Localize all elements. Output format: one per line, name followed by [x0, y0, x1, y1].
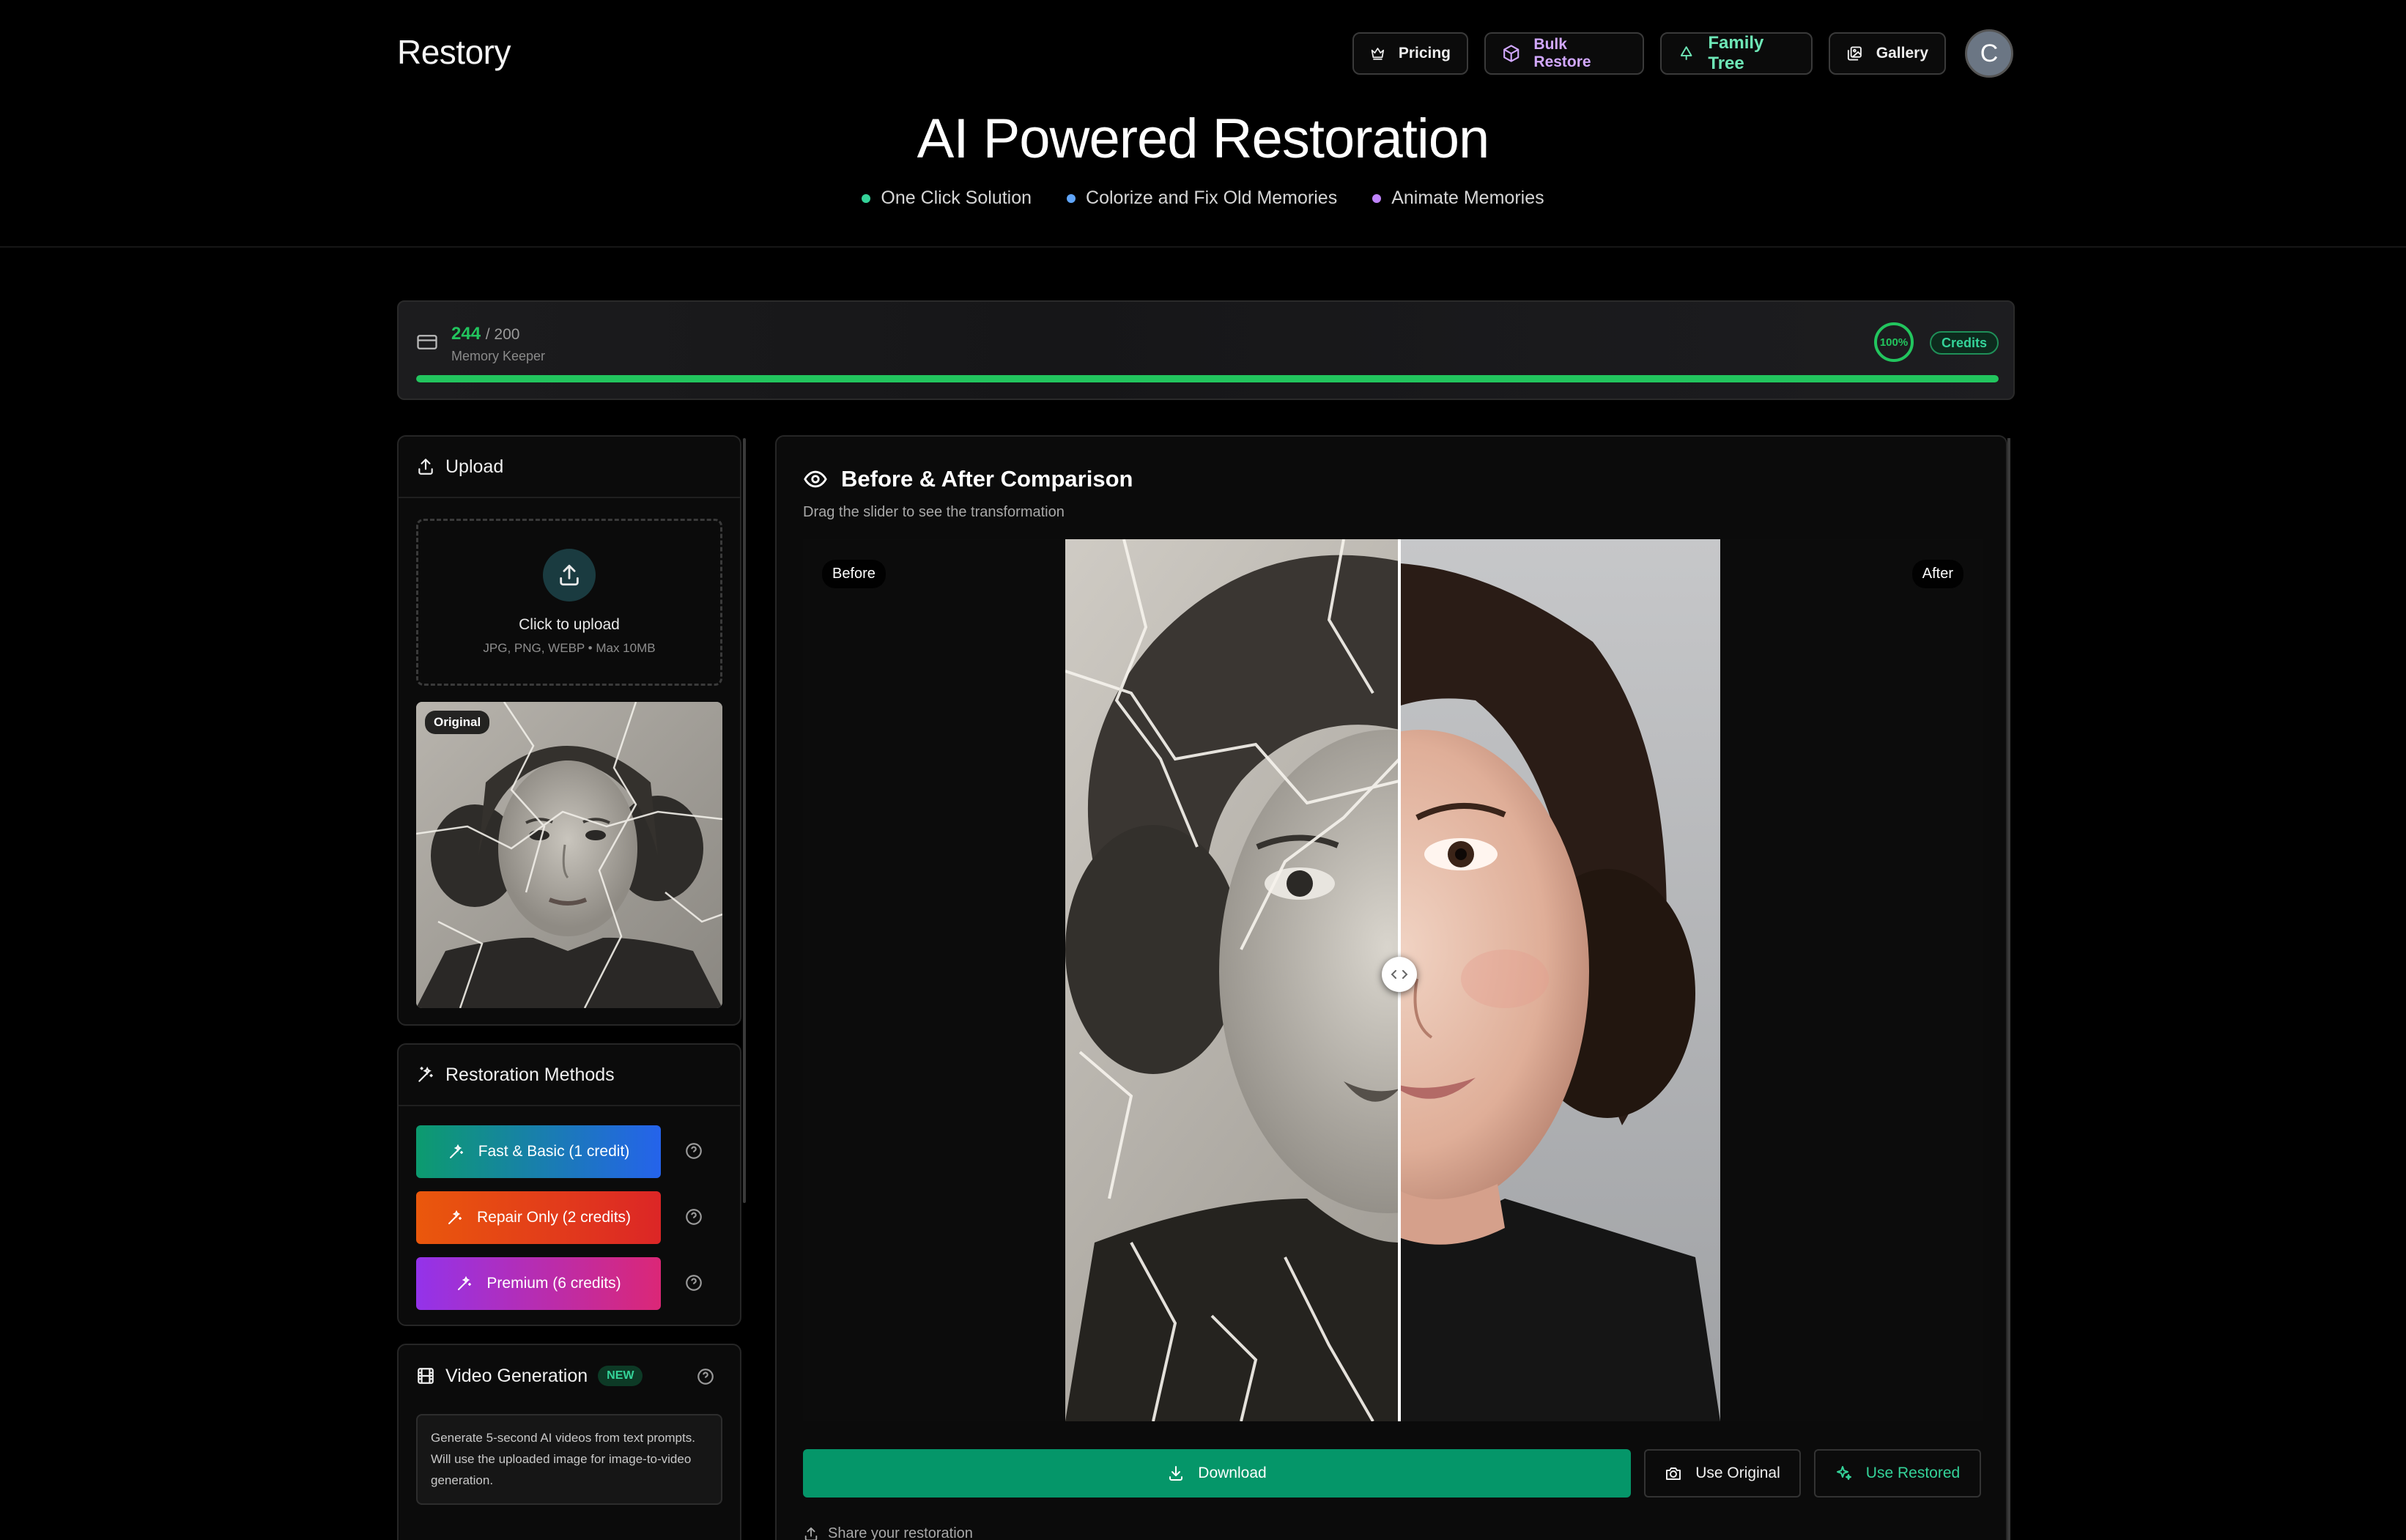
pricing-label: Pricing	[1398, 45, 1451, 62]
feature-label: Colorize and Fix Old Memories	[1086, 188, 1338, 208]
comparison-title: Before & After Comparison	[841, 466, 1133, 492]
help-circle-icon[interactable]	[696, 1367, 715, 1386]
upload-prompt: Click to upload	[519, 616, 620, 633]
use-restored-label: Use Restored	[1865, 1465, 1961, 1481]
use-restored-button[interactable]: Use Restored	[1814, 1449, 1981, 1498]
credit-progress-bar	[416, 375, 1999, 382]
methods-card-header: Restoration Methods	[399, 1045, 740, 1106]
video-card-header: Video Generation NEW	[399, 1345, 740, 1407]
download-icon	[1169, 1466, 1183, 1481]
original-badge: Original	[425, 711, 490, 734]
feature-label: One Click Solution	[881, 188, 1032, 208]
sparkles-icon	[1836, 1466, 1851, 1480]
pricing-button[interactable]: Pricing	[1352, 32, 1468, 75]
video-description: Generate 5-second AI videos from text pr…	[416, 1414, 722, 1505]
upload-formats: JPG, PNG, WEBP • Max 10MB	[483, 641, 656, 655]
download-label: Download	[1198, 1465, 1267, 1481]
before-after-slider[interactable]: Before After	[803, 539, 1983, 1421]
credit-count: 244 / 200	[451, 324, 519, 344]
upload-card: Upload Click to upload JPG, PNG, WEBP • …	[397, 435, 741, 1026]
credit-percent-ring: 100%	[1874, 322, 1914, 362]
use-original-label: Use Original	[1695, 1465, 1780, 1481]
family-tree-label: Family Tree	[1708, 33, 1764, 73]
eye-icon	[804, 470, 827, 488]
magic-wand-icon	[418, 1066, 433, 1082]
method-label: Premium (6 credits)	[486, 1275, 621, 1292]
bulk-restore-label: Bulk Restore	[1533, 36, 1591, 70]
video-generation-card: Video Generation NEW Generate 5-second A…	[397, 1344, 741, 1540]
before-label: Before	[822, 560, 886, 588]
plan-tier: Memory Keeper	[451, 349, 546, 363]
box-icon	[1503, 45, 1520, 62]
restoration-methods-card: Restoration Methods Fast & Basic (1 cred…	[397, 1043, 741, 1326]
images-icon	[1847, 46, 1862, 61]
comparison-heading: Before & After Comparison	[803, 466, 1133, 492]
slider-handle[interactable]	[1382, 957, 1417, 992]
credit-total: / 200	[485, 326, 520, 343]
bullet-dot-icon	[862, 193, 871, 203]
bullet-dot-icon	[1372, 193, 1382, 203]
avatar-initial: C	[1980, 39, 1999, 67]
methods-heading: Restoration Methods	[445, 1064, 615, 1085]
credit-percent-label: 100%	[1879, 336, 1909, 349]
chevrons-left-right-icon	[1391, 970, 1408, 979]
magic-wand-icon	[449, 1144, 463, 1158]
premium-method-button[interactable]: Premium (6 credits)	[416, 1257, 661, 1310]
camera-icon	[1666, 1467, 1681, 1480]
after-label: After	[1911, 560, 1963, 588]
download-button[interactable]: Download	[803, 1449, 1631, 1498]
tree-icon	[1680, 46, 1692, 60]
crown-icon	[1371, 48, 1385, 60]
credit-balance: 244	[451, 324, 481, 344]
gallery-label: Gallery	[1876, 45, 1928, 62]
original-photo-thumbnail[interactable]: Original	[416, 702, 722, 1008]
video-heading: Video Generation	[445, 1365, 588, 1386]
help-circle-icon[interactable]	[684, 1207, 703, 1226]
comparison-subtitle: Drag the slider to see the transformatio…	[803, 504, 1065, 520]
help-circle-icon[interactable]	[684, 1141, 703, 1160]
upload-heading: Upload	[445, 456, 504, 477]
magic-wand-icon	[458, 1276, 472, 1290]
feature-label: Animate Memories	[1391, 188, 1544, 208]
upload-dropzone[interactable]: Click to upload JPG, PNG, WEBP • Max 10M…	[416, 519, 722, 686]
feature-item: One Click Solution	[862, 188, 1032, 209]
share-link[interactable]: Share your restoration	[803, 1525, 973, 1540]
help-circle-icon[interactable]	[684, 1273, 703, 1292]
upload-card-header: Upload	[399, 437, 740, 498]
upload-icon	[418, 459, 433, 475]
family-tree-button[interactable]: Family Tree	[1660, 32, 1813, 75]
credit-progress-fill	[416, 375, 1999, 382]
feature-item: Colorize and Fix Old Memories	[1067, 188, 1337, 209]
credits-badge[interactable]: Credits	[1930, 331, 1999, 355]
repair-only-method-button[interactable]: Repair Only (2 credits)	[416, 1191, 661, 1244]
comparison-card: Before & After Comparison Drag the slide…	[775, 435, 2007, 1540]
gallery-button[interactable]: Gallery	[1829, 32, 1946, 75]
user-avatar[interactable]: C	[1965, 29, 2013, 78]
bulk-restore-button[interactable]: Bulk Restore	[1484, 32, 1644, 75]
right-column-scrollbar[interactable]	[2007, 438, 2010, 1540]
bullet-dot-icon	[1067, 193, 1076, 203]
header-divider	[0, 246, 2406, 248]
share-label: Share your restoration	[828, 1525, 973, 1540]
credit-card-icon	[417, 335, 437, 349]
new-badge: NEW	[598, 1366, 643, 1386]
fast-basic-method-button[interactable]: Fast & Basic (1 credit)	[416, 1125, 661, 1178]
feature-list: One Click Solution Colorize and Fix Old …	[0, 188, 2406, 209]
film-icon	[418, 1368, 434, 1384]
app-logo[interactable]: Restory	[397, 32, 511, 72]
use-original-button[interactable]: Use Original	[1644, 1449, 1801, 1498]
top-navigation-bar: Restory Pricing Bulk Restore Family Tree…	[0, 0, 2406, 108]
original-photo-image	[416, 702, 722, 1008]
feature-item: Animate Memories	[1372, 188, 1544, 209]
method-label: Fast & Basic (1 credit)	[478, 1143, 630, 1160]
left-column-scrollbar[interactable]	[743, 438, 746, 1203]
upload-icon	[560, 564, 579, 586]
share-icon	[804, 1527, 818, 1540]
upload-circle	[543, 549, 596, 601]
method-label: Repair Only (2 credits)	[476, 1209, 632, 1226]
page-title: AI Powered Restoration	[917, 108, 1490, 170]
credits-panel: 244 / 200 Memory Keeper 100% Credits	[397, 300, 2015, 400]
magic-wand-icon	[448, 1210, 462, 1224]
